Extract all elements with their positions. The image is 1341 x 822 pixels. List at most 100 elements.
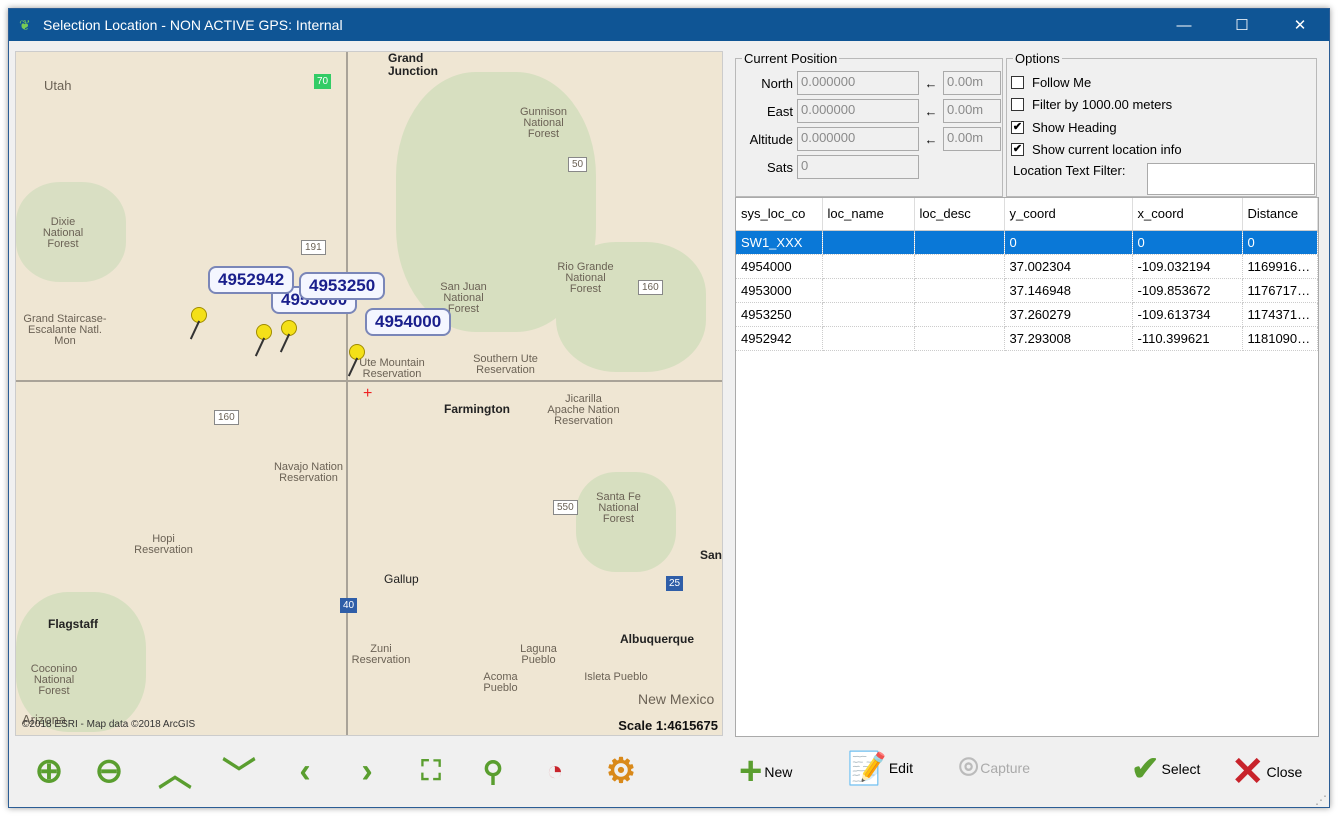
table-cell[interactable] <box>914 278 1005 303</box>
satellite-dish-icon[interactable]: ◔ <box>535 751 575 791</box>
close-button[interactable]: ✕ Close <box>1231 749 1302 795</box>
zoom-in-icon[interactable]: ⊕ <box>29 751 69 791</box>
table-cell[interactable]: 1174371… <box>1242 302 1318 327</box>
map-label: Ute Mountain Reservation <box>359 357 425 380</box>
filter-distance-checkbox[interactable]: Filter by 1000.00 meters <box>1011 97 1172 112</box>
table-row[interactable]: 4953000 37.146948 -109.853672 1176717… <box>736 278 1318 303</box>
table-row[interactable]: 4954000 37.002304 -109.032194 1169916… <box>736 254 1318 279</box>
close-window-button[interactable]: ✕ <box>1271 9 1329 41</box>
table-row[interactable]: 4952942 37.293008 -110.399621 1181090… <box>736 326 1318 351</box>
table-cell[interactable] <box>822 254 915 279</box>
altitude-label: Altitude <box>749 131 793 147</box>
pin-label[interactable]: 4952942 <box>208 266 295 294</box>
pan-down-icon[interactable]: ﹀ <box>219 751 259 794</box>
pan-left-icon[interactable]: ‹ <box>285 751 325 791</box>
table-cell[interactable] <box>914 326 1005 351</box>
table-cell[interactable]: 1181090… <box>1242 326 1318 351</box>
highway-shield: 70 <box>314 74 332 89</box>
arrow-icon: ← <box>924 131 938 147</box>
map-label: Hopi Reservation <box>134 533 193 556</box>
follow-me-label: Follow Me <box>1032 75 1092 90</box>
table-cell[interactable]: 37.146948 <box>1004 278 1133 303</box>
checkbox-checked[interactable]: ✔ <box>1011 121 1024 134</box>
locate-icon[interactable]: ⚲ <box>473 751 513 791</box>
table-row[interactable]: SW1_XXX 0 0 0 <box>736 230 1318 255</box>
table-cell[interactable]: 37.002304 <box>1004 254 1133 279</box>
pin-label[interactable]: 4954000 <box>365 308 452 336</box>
edit-button[interactable]: 📝 Edit <box>847 749 913 787</box>
east-label: East <box>766 103 793 119</box>
checkbox-checked[interactable]: ✔ <box>1011 143 1024 156</box>
minimize-button[interactable]: — <box>1155 9 1213 41</box>
table-cell[interactable] <box>822 326 915 351</box>
pan-right-icon[interactable]: › <box>347 751 387 791</box>
north-row: North 0.000000 ← 0.00m <box>743 71 1001 95</box>
table-cell[interactable]: 4953000 <box>736 278 823 303</box>
app-icon: ❦ <box>19 17 31 33</box>
table-cell[interactable] <box>822 302 915 327</box>
map-pin[interactable] <box>281 320 297 336</box>
map-label: Laguna Pueblo <box>520 643 557 666</box>
state-border <box>346 52 348 735</box>
table-cell[interactable] <box>822 230 915 255</box>
map-pin[interactable] <box>256 324 272 340</box>
table-cell[interactable]: SW1_XXX <box>736 230 823 255</box>
table-cell[interactable]: 0 <box>1242 230 1318 255</box>
maximize-button[interactable]: ☐ <box>1213 9 1271 41</box>
table-cell[interactable]: -109.853672 <box>1132 278 1243 303</box>
table-cell[interactable]: 4952942 <box>736 326 823 351</box>
edit-document-icon: 📝 <box>847 750 887 786</box>
table-cell[interactable]: -109.613734 <box>1132 302 1243 327</box>
forest-area <box>16 592 146 732</box>
location-filter-input[interactable] <box>1147 163 1315 195</box>
follow-me-checkbox[interactable]: Follow Me <box>1011 75 1091 90</box>
map-pin[interactable] <box>349 344 365 360</box>
table-cell[interactable]: 0 <box>1132 230 1243 255</box>
table-cell[interactable] <box>822 278 915 303</box>
table-row[interactable]: 4953250 37.260279 -109.613734 1174371… <box>736 302 1318 327</box>
column-header[interactable]: y_coord <box>1004 198 1133 231</box>
pin-label[interactable]: 4953250 <box>299 272 386 300</box>
zoom-out-icon[interactable]: ⊖ <box>89 751 129 791</box>
select-button[interactable]: ✔ Select <box>1131 749 1200 789</box>
table-cell[interactable]: 4954000 <box>736 254 823 279</box>
checkbox[interactable] <box>1011 98 1024 111</box>
resize-grip[interactable]: ⋰ <box>1315 793 1327 807</box>
table-cell[interactable] <box>914 254 1005 279</box>
show-location-info-checkbox[interactable]: ✔ Show current location info <box>1011 142 1182 157</box>
table-cell[interactable]: 37.260279 <box>1004 302 1133 327</box>
table-cell[interactable]: 1169916… <box>1242 254 1318 279</box>
map-pin[interactable] <box>191 307 207 323</box>
edit-label: Edit <box>888 760 913 776</box>
table-cell[interactable] <box>914 302 1005 327</box>
column-header[interactable]: x_coord <box>1132 198 1243 231</box>
column-header[interactable]: sys_loc_co <box>736 198 823 231</box>
new-label: New <box>764 763 793 780</box>
settings-gear-icon[interactable]: ⚙ <box>601 751 641 791</box>
show-heading-checkbox[interactable]: ✔ Show Heading <box>1011 120 1117 135</box>
current-location-crosshair: + <box>363 385 373 402</box>
highway-shield: 25 <box>666 576 684 591</box>
sats-label: Sats <box>766 159 793 175</box>
arrow-icon: ← <box>924 103 938 119</box>
checkbox[interactable] <box>1011 76 1024 89</box>
current-position-legend: Current Position <box>744 51 838 66</box>
map-label: Utah <box>44 78 72 93</box>
column-header[interactable]: loc_desc <box>914 198 1005 231</box>
city-label: San <box>700 548 723 562</box>
table-cell[interactable]: -110.399621 <box>1132 326 1243 351</box>
table-cell[interactable]: 1176717… <box>1242 278 1318 303</box>
table-cell[interactable]: -109.032194 <box>1132 254 1243 279</box>
pan-up-icon[interactable]: ︿ <box>155 751 195 794</box>
locations-table[interactable]: sys_loc_co loc_name loc_desc y_coord x_c… <box>735 197 1319 737</box>
column-header[interactable]: loc_name <box>822 198 915 231</box>
map-view[interactable]: Utah Dixie National Forest Grand Stairca… <box>15 51 723 736</box>
capture-button[interactable]: ⌾ Capture <box>959 749 1030 787</box>
table-cell[interactable]: 0 <box>1004 230 1133 255</box>
table-cell[interactable]: 37.293008 <box>1004 326 1133 351</box>
table-cell[interactable]: 4953250 <box>736 302 823 327</box>
column-header[interactable]: Distance <box>1242 198 1318 231</box>
full-extent-icon[interactable]: ⛶ <box>411 751 451 791</box>
table-cell[interactable] <box>914 230 1005 255</box>
new-button[interactable]: + New <box>739 749 792 794</box>
